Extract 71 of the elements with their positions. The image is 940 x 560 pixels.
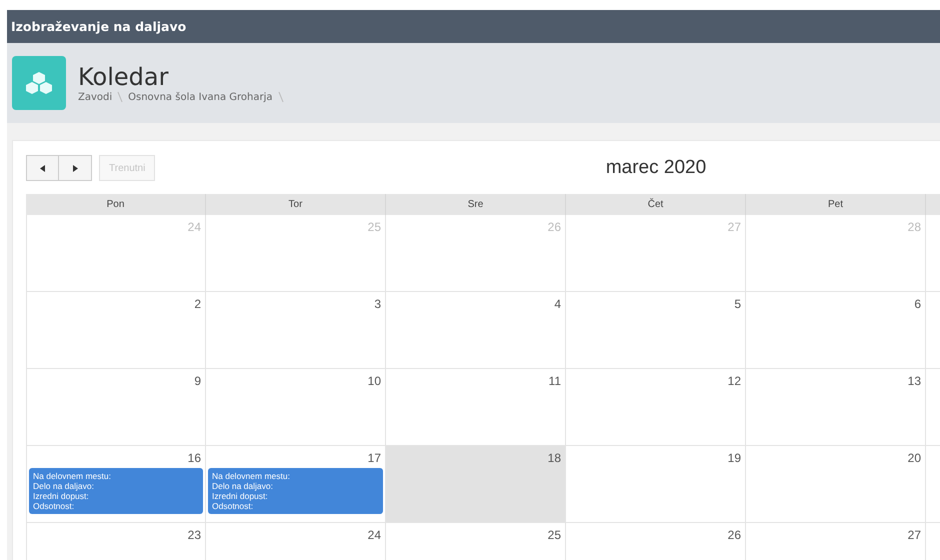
next-button[interactable] bbox=[59, 155, 92, 181]
weekday-header: Čet bbox=[566, 194, 746, 215]
event-line: Na delovnem mestu: bbox=[212, 471, 291, 481]
weekday-header: Pet bbox=[746, 194, 926, 215]
event-line: Odsotnost: bbox=[33, 501, 76, 511]
day-number: 25 bbox=[368, 219, 382, 236]
day-number: 6 bbox=[914, 296, 922, 313]
day-cell[interactable]: 26 bbox=[566, 523, 746, 560]
day-number: 5 bbox=[734, 296, 742, 313]
breadcrumb-link[interactable]: Osnovna šola Ivana Groharja bbox=[128, 92, 273, 102]
day-number: 13 bbox=[908, 373, 922, 390]
day-cell[interactable]: 3 bbox=[206, 292, 386, 369]
day-cell[interactable]: 17 Na delovnem mestu: Delo na daljavo: Izredni dopust: Odsotnost: bbox=[206, 446, 386, 523]
day-number: 20 bbox=[908, 450, 922, 467]
day-number: 26 bbox=[728, 527, 742, 544]
weekday-header: Tor bbox=[206, 194, 386, 215]
day-number: 9 bbox=[194, 373, 202, 390]
cubes-icon bbox=[12, 56, 66, 110]
event-line: Delo na daljavo: bbox=[212, 481, 274, 491]
day-cell[interactable]: 4 bbox=[386, 292, 566, 369]
day-cell[interactable]: 27 bbox=[746, 523, 926, 560]
right-triangle-icon bbox=[72, 164, 78, 172]
day-cell[interactable]: 6 bbox=[746, 292, 926, 369]
app-title: Izobraževanje na daljavo bbox=[11, 19, 186, 34]
event-line: Odsotnost: bbox=[212, 501, 254, 511]
day-number: 18 bbox=[548, 450, 562, 467]
day-number: 2 bbox=[194, 296, 202, 313]
day-cell[interactable]: 18 bbox=[386, 446, 566, 523]
weekday-header: Pon bbox=[26, 194, 206, 215]
day-number: 28 bbox=[908, 219, 922, 236]
left-triangle-icon bbox=[40, 164, 45, 172]
event-line: Izredni dopust: bbox=[33, 491, 90, 501]
day-cell[interactable]: 20 bbox=[746, 446, 926, 523]
day-cell[interactable]: 5 bbox=[566, 292, 746, 369]
event-line: Izredni dopust: bbox=[212, 491, 269, 501]
breadcrumb-separator-icon bbox=[117, 91, 124, 103]
day-number: 23 bbox=[188, 527, 202, 544]
page-title: Koledar bbox=[78, 63, 170, 91]
day-number: 19 bbox=[728, 450, 742, 467]
day-cell[interactable]: 25 bbox=[386, 523, 566, 560]
day-number: 12 bbox=[728, 373, 742, 390]
event-block[interactable]: Na delovnem mestu: Delo na daljavo: Izredni dopust: Odsotnost: bbox=[29, 468, 203, 514]
event-line: Delo na daljavo: bbox=[33, 481, 95, 491]
day-number: 24 bbox=[368, 527, 382, 544]
previous-button[interactable] bbox=[26, 155, 59, 181]
day-number: 26 bbox=[548, 219, 562, 236]
breadcrumb-link[interactable]: Zavodi bbox=[78, 92, 112, 102]
day-cell[interactable]: 16 Na delovnem mestu: Delo na daljavo: Izredni dopust: Odsotnost: bbox=[26, 446, 206, 523]
month-title: marec 2020 bbox=[606, 157, 706, 179]
day-cell[interactable]: 9 bbox=[26, 369, 206, 446]
day-number: 11 bbox=[548, 373, 562, 390]
day-cell[interactable]: 12 bbox=[566, 369, 746, 446]
day-number: 10 bbox=[368, 373, 382, 390]
day-cell[interactable]: 10 bbox=[206, 369, 386, 446]
day-cell[interactable]: 2 bbox=[26, 292, 206, 369]
day-number: 4 bbox=[554, 296, 562, 313]
event-line: Na delovnem mestu: bbox=[33, 471, 112, 481]
day-number: 24 bbox=[188, 219, 202, 236]
day-number: 16 bbox=[188, 450, 202, 467]
day-cell[interactable]: 13 bbox=[746, 369, 926, 446]
day-number: 25 bbox=[548, 527, 562, 544]
day-cell[interactable]: 24 bbox=[206, 523, 386, 560]
day-number: 27 bbox=[908, 527, 922, 544]
breadcrumb-separator-icon bbox=[278, 91, 284, 103]
day-number: 3 bbox=[374, 296, 382, 313]
event-block[interactable]: Na delovnem mestu: Delo na daljavo: Izredni dopust: Odsotnost: bbox=[208, 468, 383, 514]
day-number: 17 bbox=[368, 450, 382, 467]
weekday-header: Sre bbox=[386, 194, 566, 215]
day-cell[interactable]: 19 bbox=[566, 446, 746, 523]
day-number: 27 bbox=[728, 219, 742, 236]
day-cell[interactable]: 23 bbox=[26, 523, 206, 560]
